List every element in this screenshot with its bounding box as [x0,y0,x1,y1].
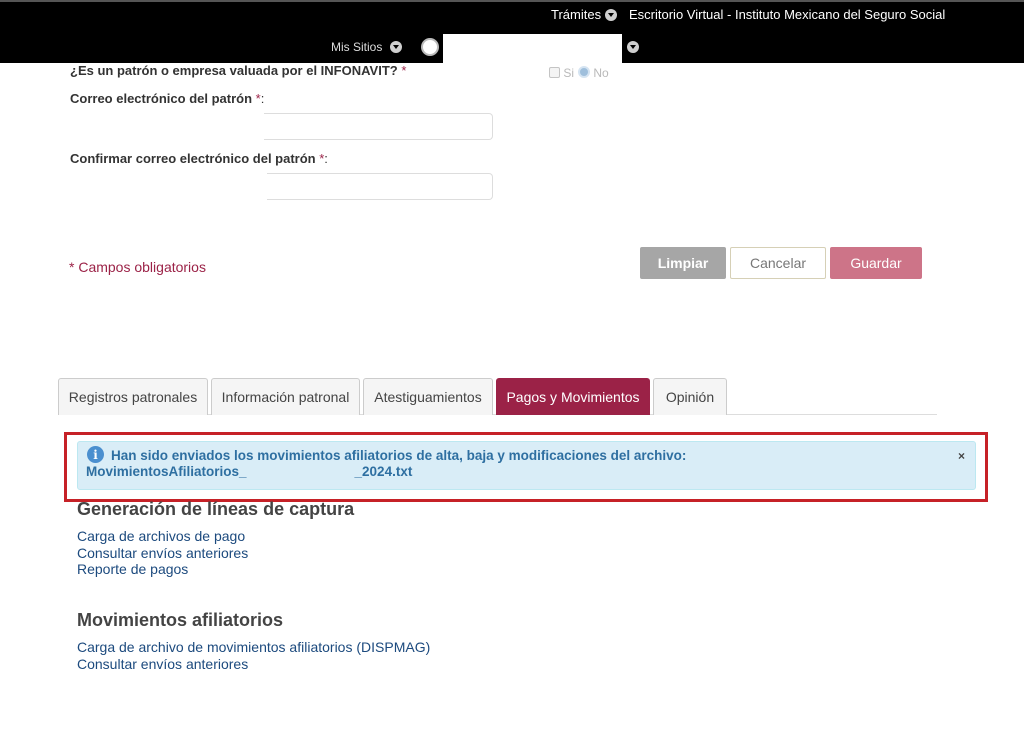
redacted-user-name [443,34,622,63]
highlight-frame [64,432,988,502]
confirm-email-label: Confirmar correo electrónico del patrón … [70,151,328,166]
site-title[interactable]: Escritorio Virtual - Instituto Mexicano … [629,7,945,22]
radio-no[interactable] [578,66,591,78]
top-navigation-bar: Trámites Escritorio Virtual - Instituto … [0,0,1024,63]
movements-links: Carga de archivo de movimientos afiliato… [77,639,430,672]
save-button[interactable]: Guardar [830,247,922,279]
confirm-email-field[interactable] [267,173,493,200]
email-label: Correo electrónico del patrón *: [70,91,265,106]
payments-links: Carga de archivos de pago Consultar enví… [77,528,248,578]
infonavit-question-label: ¿Es un patrón o empresa valuada por el I… [70,63,407,78]
payments-section-title: Generación de líneas de captura [77,499,355,519]
top-edge [0,0,1024,2]
tramites-menu[interactable]: Trámites [551,7,601,22]
link-consultar-envios-pagos[interactable]: Consultar envíos anteriores [77,545,248,562]
link-carga-archivos-pago[interactable]: Carga de archivos de pago [77,528,248,545]
user-avatar[interactable] [421,38,439,56]
tab-pagos-y-movimientos[interactable]: Pagos y Movimientos [496,378,650,415]
email-field[interactable] [264,113,493,140]
tab-atestiguamientos[interactable]: Atestiguamientos [363,378,493,415]
tab-opinion[interactable]: Opinión [653,378,727,415]
tramites-chevron-down-icon[interactable] [605,9,617,21]
tab-registros-patronales[interactable]: Registros patronales [58,378,208,415]
mis-sitios-menu[interactable]: Mis Sitios [331,40,382,54]
radio-si-label: Si [563,66,575,80]
infonavit-radio-group: Si No [549,66,609,80]
link-reporte-pagos[interactable]: Reporte de pagos [77,561,248,578]
link-consultar-envios-movimientos[interactable]: Consultar envíos anteriores [77,656,430,673]
link-carga-dispmag[interactable]: Carga de archivo de movimientos afiliato… [77,639,430,656]
tab-informacion-patronal[interactable]: Información patronal [211,378,360,415]
radio-no-label: No [593,66,609,80]
movements-section-title: Movimientos afiliatorios [77,610,284,630]
mis-sitios-chevron-down-icon[interactable] [390,41,402,53]
user-chevron-down-icon[interactable] [627,41,639,53]
radio-si[interactable] [549,67,560,78]
clear-button[interactable]: Limpiar [640,247,726,279]
cancel-button[interactable]: Cancelar [730,247,826,279]
required-fields-note: * Campos obligatorios [69,259,206,275]
